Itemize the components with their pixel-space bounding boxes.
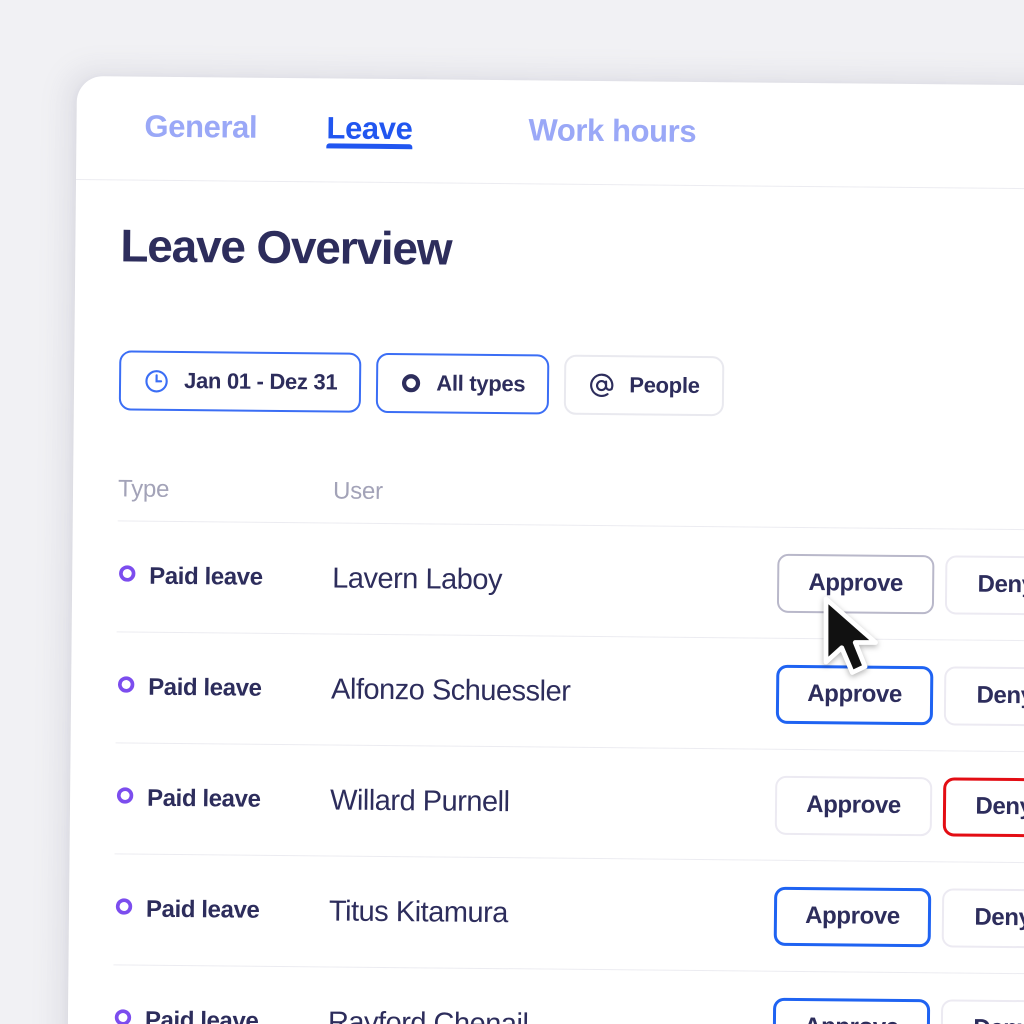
cell-actions: ApproveDeny bbox=[776, 553, 1024, 616]
table-row: Paid leave Titus Kitamura Approve Deny bbox=[113, 854, 1024, 975]
table-body: Paid leave Lavern Laboy Approve Deny Paid le… bbox=[112, 521, 1024, 1024]
leave-type-label: Paid leave bbox=[144, 1006, 259, 1024]
leave-type-label: Paid leave bbox=[145, 895, 260, 924]
screenshot-stage: General Leave Work hours Leave Overview bbox=[0, 0, 1024, 1024]
cell-user-name: Lavern Laboy bbox=[332, 561, 503, 596]
cell-leave-type: Paid leave bbox=[113, 1006, 328, 1024]
filter-leave-type-label: All types bbox=[436, 370, 526, 397]
cell-leave-type: Paid leave bbox=[114, 895, 329, 925]
table-row: Paid leave Willard Purnell Approve Deny bbox=[114, 743, 1024, 864]
deny-button[interactable]: Deny bbox=[944, 554, 1024, 616]
filter-bar: Jan 01 - Dez 31 All types People bbox=[118, 350, 724, 417]
cell-leave-type: Paid leave bbox=[116, 673, 331, 703]
filter-people[interactable]: People bbox=[564, 354, 724, 417]
column-header-user: User bbox=[332, 477, 384, 505]
deny-button[interactable]: Deny bbox=[942, 776, 1024, 838]
filter-date-range[interactable]: Jan 01 - Dez 31 bbox=[118, 350, 362, 413]
tab-leave[interactable]: Leave bbox=[326, 110, 413, 149]
column-header-type: Type bbox=[117, 475, 170, 503]
page-title: Leave Overview bbox=[120, 219, 452, 275]
deny-button[interactable]: Deny bbox=[940, 998, 1024, 1024]
cell-user-name: Rayford Chenail bbox=[327, 1005, 529, 1024]
tab-leave-label: Leave bbox=[326, 110, 413, 147]
approve-button[interactable]: Approve bbox=[776, 553, 935, 614]
tab-work-hours-label: Work hours bbox=[528, 112, 697, 149]
clock-icon bbox=[143, 367, 170, 394]
leave-type-ring-icon bbox=[116, 673, 136, 701]
leave-type-ring-icon bbox=[114, 895, 134, 923]
tab-general-label: General bbox=[144, 108, 258, 145]
leave-type-label: Paid leave bbox=[149, 562, 263, 591]
leave-table: Type User Paid leave Lavern Laboy Approve D… bbox=[112, 458, 1024, 1024]
table-row: Paid leave Alfonzo Schuessler Approve Deny bbox=[115, 632, 1024, 753]
cell-actions: Approve Deny bbox=[772, 997, 1024, 1024]
filter-people-label: People bbox=[629, 372, 700, 398]
approve-button[interactable]: Approve bbox=[772, 997, 931, 1024]
leave-type-label: Paid leave bbox=[148, 673, 262, 702]
table-row: Paid leave Rayford Chenail Approve Deny bbox=[112, 965, 1024, 1024]
tab-active-underline bbox=[326, 142, 413, 149]
leave-type-ring-icon bbox=[113, 1006, 133, 1024]
cell-actions: ApproveDeny bbox=[773, 886, 1024, 949]
approve-button[interactable]: Approve bbox=[774, 775, 933, 836]
at-icon bbox=[588, 371, 615, 398]
leave-type-ring-icon bbox=[115, 784, 135, 812]
settings-card: General Leave Work hours Leave Overview bbox=[67, 76, 1024, 1024]
table-row: Paid leave Lavern Laboy Approve Deny bbox=[116, 521, 1024, 642]
tab-work-hours[interactable]: Work hours bbox=[528, 112, 696, 150]
approve-button[interactable]: Approve bbox=[775, 664, 934, 725]
tab-bar: General Leave Work hours bbox=[76, 76, 1024, 190]
cell-leave-type: Paid leave bbox=[117, 562, 332, 592]
approve-button[interactable]: Approve bbox=[773, 886, 932, 947]
filter-date-range-label: Jan 01 - Dez 31 bbox=[183, 368, 338, 395]
filter-leave-type[interactable]: All types bbox=[376, 352, 550, 415]
tab-general[interactable]: General bbox=[144, 109, 257, 146]
circle-icon bbox=[400, 372, 422, 394]
cell-user-name: Willard Purnell bbox=[329, 783, 510, 818]
leave-type-label: Paid leave bbox=[146, 784, 261, 813]
deny-button[interactable]: Deny bbox=[943, 665, 1024, 727]
cell-leave-type: Paid leave bbox=[115, 784, 330, 814]
cell-user-name: Titus Kitamura bbox=[328, 894, 509, 929]
deny-button[interactable]: Deny bbox=[941, 887, 1024, 949]
cell-user-name: Alfonzo Schuessler bbox=[330, 672, 571, 708]
table-header-row: Type User bbox=[117, 458, 1024, 531]
cell-actions: ApproveDeny bbox=[774, 775, 1024, 838]
cell-actions: ApproveDeny bbox=[775, 664, 1024, 727]
leave-type-ring-icon bbox=[117, 562, 137, 590]
